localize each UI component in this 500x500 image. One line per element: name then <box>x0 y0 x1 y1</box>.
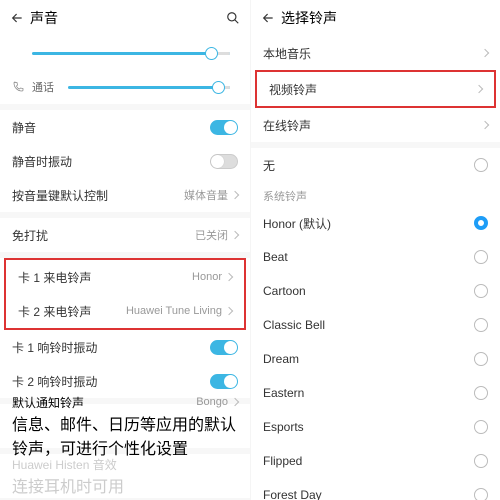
ringtone-item[interactable]: Esports <box>251 410 500 444</box>
ringtone-item[interactable]: Cartoon <box>251 274 500 308</box>
ringtone-item[interactable]: Classic Bell <box>251 308 500 342</box>
back-icon[interactable] <box>10 11 24 25</box>
video-ringtone[interactable]: 视频铃声 <box>257 72 494 106</box>
chevron-right-icon <box>475 85 483 93</box>
slider-unnamed[interactable] <box>0 36 250 70</box>
ringtone-item[interactable]: Beat <box>251 240 500 274</box>
radio-icon <box>474 318 488 332</box>
radio-icon <box>474 386 488 400</box>
chevron-right-icon <box>225 273 233 281</box>
chevron-right-icon <box>481 121 489 129</box>
system-ringtones-header: 系统铃声 <box>251 182 500 206</box>
histen: Huawei Histen 音效 连接耳机时可用 <box>0 454 250 498</box>
dnd[interactable]: 免打扰已关闭 <box>0 218 250 252</box>
page-title: 声音 <box>30 8 226 28</box>
phone-icon <box>12 81 24 93</box>
radio-icon <box>474 284 488 298</box>
ringtone-item[interactable]: Flipped <box>251 444 500 478</box>
sim2-ringtone[interactable]: 卡 2 来电铃声Huawei Tune Living <box>6 294 244 328</box>
radio-icon <box>474 250 488 264</box>
chevron-right-icon <box>231 398 239 406</box>
chevron-right-icon <box>231 191 239 199</box>
toggle-on-icon <box>210 340 238 355</box>
radio-icon <box>474 454 488 468</box>
mute-vibrate-toggle[interactable]: 静音时振动 <box>0 144 250 178</box>
radio-icon <box>474 352 488 366</box>
chevron-right-icon <box>231 231 239 239</box>
sim2-vibrate[interactable]: 卡 2 响铃时振动 <box>0 364 250 398</box>
volume-key-control[interactable]: 按音量键默认控制媒体音量 <box>0 178 250 212</box>
ringtone-item[interactable]: Forest Day <box>251 478 500 500</box>
toggle-off-icon <box>210 154 238 169</box>
chevron-right-icon <box>481 49 489 57</box>
page-title: 选择铃声 <box>281 8 490 28</box>
radio-icon <box>474 420 488 434</box>
default-notification[interactable]: 默认通知铃声Bongo 信息、邮件、日历等应用的默认铃声，可进行个性化设置 <box>0 404 250 448</box>
chevron-right-icon <box>225 307 233 315</box>
mute-toggle[interactable]: 静音 <box>0 110 250 144</box>
search-icon[interactable] <box>226 11 240 25</box>
ringtone-item[interactable]: Dream <box>251 342 500 376</box>
call-volume[interactable]: 通话 <box>0 70 250 104</box>
online-ringtone[interactable]: 在线铃声 <box>251 108 500 142</box>
sim1-ringtone[interactable]: 卡 1 来电铃声Honor <box>6 260 244 294</box>
back-icon[interactable] <box>261 11 275 25</box>
local-music[interactable]: 本地音乐 <box>251 36 500 70</box>
ringtone-item[interactable]: Honor (默认) <box>251 206 500 240</box>
radio-selected-icon <box>474 216 488 230</box>
toggle-on-icon <box>210 120 238 135</box>
radio-icon <box>474 158 488 172</box>
radio-icon <box>474 488 488 500</box>
ringtone-none[interactable]: 无 <box>251 148 500 182</box>
toggle-on-icon <box>210 374 238 389</box>
sim1-vibrate[interactable]: 卡 1 响铃时振动 <box>0 330 250 364</box>
ringtone-item[interactable]: Eastern <box>251 376 500 410</box>
